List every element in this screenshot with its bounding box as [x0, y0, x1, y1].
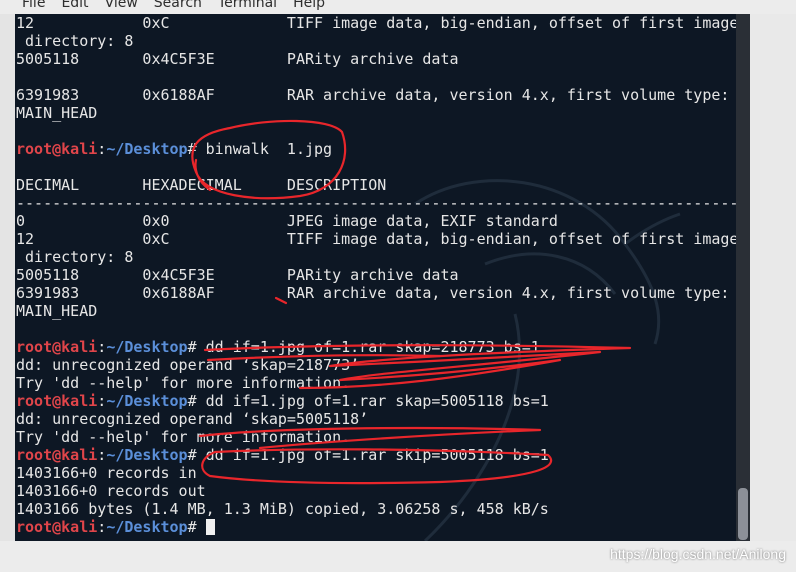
prompt-separator: :: [97, 392, 107, 410]
terminal-output-line: 0 0x0 JPEG image data, EXIF standard: [16, 212, 558, 230]
menu-item-help[interactable]: Help: [285, 0, 333, 14]
prompt-path: ~/Desktop: [106, 392, 188, 410]
prompt-hash: #: [187, 518, 206, 536]
command-text: dd if=1.jpg of=1.rar skap=5005118 bs=1: [205, 392, 549, 410]
terminal-output-line: dd: unrecognized operand ‘skap=5005118’: [16, 410, 369, 428]
terminal-output-line: Try 'dd --help' for more information.: [16, 428, 351, 446]
prompt-separator: :: [97, 140, 107, 158]
window-background: [750, 14, 796, 572]
terminal-output: 12 0xC TIFF image data, big-endian, offs…: [16, 14, 736, 536]
prompt-path: ~/Desktop: [106, 446, 188, 464]
terminal-prompt-line: root@kali:~/Desktop# binwalk 1.jpg: [16, 140, 736, 158]
text-cursor[interactable]: [205, 519, 215, 535]
terminal-output-line: dd: unrecognized operand ‘skap=218773’: [16, 356, 360, 374]
prompt-user: root@kali: [16, 392, 98, 410]
prompt-path: ~/Desktop: [106, 338, 188, 356]
prompt-user: root@kali: [16, 518, 98, 536]
menu-item-file[interactable]: File: [0, 0, 53, 14]
command-text: dd if=1.jpg of=1.rar skap=218773 bs=1: [205, 338, 540, 356]
terminal-prompt-line: root@kali:~/Desktop# dd if=1.jpg of=1.ra…: [16, 338, 736, 356]
prompt-separator: :: [97, 338, 107, 356]
terminal-prompt-line: root@kali:~/Desktop# dd if=1.jpg of=1.ra…: [16, 392, 736, 410]
terminal-output-line: 5005118 0x4C5F3E PARity archive data: [16, 266, 459, 284]
terminal-output-line: Try 'dd --help' for more information.: [16, 374, 351, 392]
terminal-prompt-line: root@kali:~/Desktop# dd if=1.jpg of=1.ra…: [16, 446, 736, 464]
terminal-output-line: 6391983 0x6188AF RAR archive data, versi…: [16, 284, 730, 302]
terminal-output-line: 6391983 0x6188AF RAR archive data, versi…: [16, 86, 730, 104]
command-text: dd if=1.jpg of=1.rar skip=5005118 bs=1: [205, 446, 549, 464]
prompt-hash: #: [187, 446, 206, 464]
terminal-output-line: ----------------------------------------…: [16, 194, 736, 212]
prompt-user: root@kali: [16, 446, 98, 464]
prompt-path: ~/Desktop: [106, 140, 188, 158]
menu: File Edit View Search Terminal Help: [0, 0, 333, 14]
terminal-output-line: 5005118 0x4C5F3E PARity archive data: [16, 50, 459, 68]
menu-item-terminal[interactable]: Terminal: [210, 0, 285, 14]
terminal-output-line: directory: 8: [16, 32, 134, 50]
prompt-hash: #: [187, 392, 206, 410]
prompt-hash: #: [187, 338, 206, 356]
terminal-output-line: 1403166 bytes (1.4 MB, 1.3 MiB) copied, …: [16, 500, 549, 518]
prompt-separator: :: [97, 518, 107, 536]
scrollbar-thumb[interactable]: [738, 488, 748, 540]
terminal-output-line: 12 0xC TIFF image data, big-endian, offs…: [16, 230, 736, 248]
terminal-output-line: 12 0xC TIFF image data, big-endian, offs…: [16, 14, 736, 32]
terminal-prompt-line: root@kali:~/Desktop#: [16, 518, 736, 536]
terminal-output-line: MAIN_HEAD: [16, 302, 98, 320]
terminal-output-line: DECIMAL HEXADECIMAL DESCRIPTION: [16, 176, 387, 194]
scrollbar[interactable]: [736, 14, 750, 541]
terminal-output-line: MAIN_HEAD: [16, 104, 98, 122]
prompt-user: root@kali: [16, 140, 98, 158]
prompt-user: root@kali: [16, 338, 98, 356]
menu-item-edit[interactable]: Edit: [53, 0, 96, 14]
terminal-output-line: 1403166+0 records out: [16, 482, 206, 500]
menu-bar: File Edit View Search Terminal Help: [0, 0, 796, 14]
menu-item-view[interactable]: View: [97, 0, 146, 14]
terminal-output-line: directory: 8: [16, 248, 134, 266]
prompt-separator: :: [97, 446, 107, 464]
terminal-output-line: 1403166+0 records in: [16, 464, 197, 482]
prompt-hash: #: [187, 140, 206, 158]
watermark-text: https://blog.csdn.net/Anilong: [610, 546, 786, 562]
menu-item-search[interactable]: Search: [146, 0, 210, 14]
command-text: binwalk 1.jpg: [205, 140, 333, 158]
terminal-window[interactable]: 12 0xC TIFF image data, big-endian, offs…: [15, 14, 736, 541]
prompt-path: ~/Desktop: [106, 518, 188, 536]
